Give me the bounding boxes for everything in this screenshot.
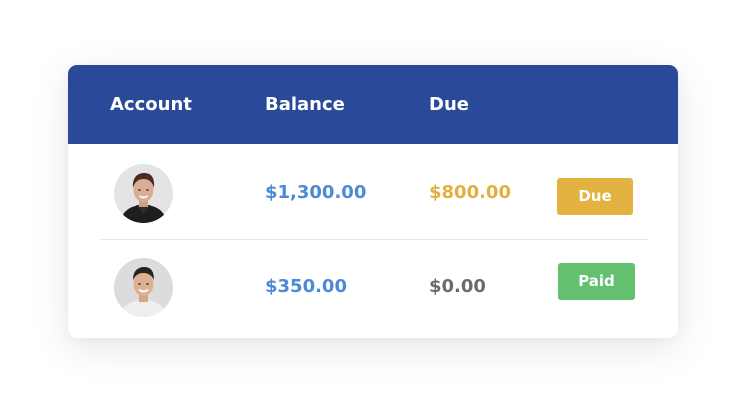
column-header-due: Due xyxy=(429,94,469,115)
avatar xyxy=(114,258,173,317)
table-row[interactable]: $1,300.00 $800.00 Due xyxy=(68,146,678,240)
user-photo-avatar-icon xyxy=(114,258,173,317)
table-row[interactable]: $350.00 $0.00 Paid xyxy=(68,240,678,334)
table-header: Account Balance Due xyxy=(68,65,678,144)
balance-value: $1,300.00 xyxy=(265,182,367,203)
user-photo-avatar-icon xyxy=(114,164,173,223)
column-header-account: Account xyxy=(110,94,192,115)
due-value: $800.00 xyxy=(429,182,511,203)
accounts-table-card: Account Balance Due $1,300.00 $800.00 Du… xyxy=(68,65,678,338)
column-header-balance: Balance xyxy=(265,94,345,115)
avatar xyxy=(114,164,173,223)
status-badge[interactable]: Due xyxy=(557,178,633,215)
balance-value: $350.00 xyxy=(265,276,347,297)
status-badge[interactable]: Paid xyxy=(558,263,635,300)
due-value: $0.00 xyxy=(429,276,486,297)
